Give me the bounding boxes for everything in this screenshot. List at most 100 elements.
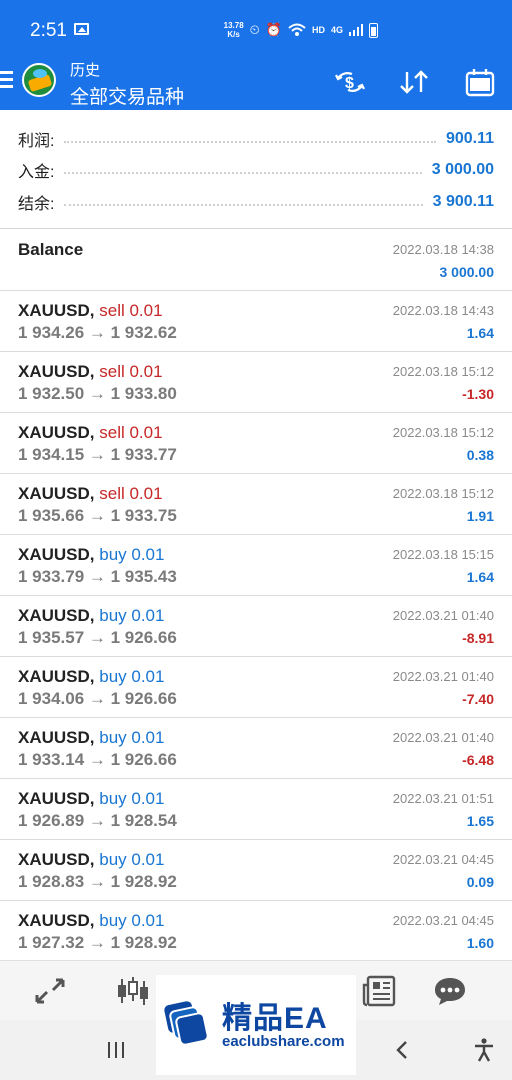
trade-symbol: XAUUSD, sell 0.01 — [18, 301, 163, 321]
dotted-leader — [64, 204, 423, 206]
page-title: 历史 — [70, 62, 101, 79]
calendar-icon — [465, 69, 495, 97]
trade-prices: 1 926.89 → 1 928.54 — [18, 811, 177, 830]
trade-direction: sell 0.01 — [99, 423, 163, 442]
watermark-logo — [164, 1001, 209, 1046]
trade-time: 2022.03.18 14:43 — [392, 303, 494, 318]
history-list[interactable]: Balance 2022.03.18 14:38 3 000.00 XAUUSD… — [0, 230, 512, 962]
back-icon — [396, 1041, 407, 1059]
status-icons: 13.78 K/s ⏲ ⏰ HD 4G — [224, 20, 378, 40]
summary-panel: 利润: 900.11 入金: 3 000.00 结余: 3 900.11 — [0, 110, 512, 229]
calendar-button[interactable] — [462, 66, 498, 98]
balance-entry[interactable]: Balance 2022.03.18 14:38 3 000.00 — [0, 230, 512, 291]
trade-direction: buy 0.01 — [99, 728, 165, 747]
trade-symbol: XAUUSD, buy 0.01 — [18, 606, 164, 626]
trade-direction: sell 0.01 — [99, 301, 163, 320]
trade-symbol: XAUUSD, sell 0.01 — [18, 423, 163, 443]
trade-row[interactable]: XAUUSD, buy 0.01 1 926.89 → 1 928.54 2022.… — [0, 779, 512, 840]
trade-symbol-name: XAUUSD, — [18, 362, 95, 381]
trade-prices: 1 927.32 → 1 928.92 — [18, 933, 177, 952]
sort-arrows-icon — [400, 70, 428, 94]
trade-direction: buy 0.01 — [99, 606, 165, 625]
app-logo — [22, 63, 56, 97]
net-speed-unit: K/s — [227, 30, 240, 39]
wifi-icon — [288, 23, 306, 36]
trade-symbol: XAUUSD, buy 0.01 — [18, 911, 164, 931]
trade-time: 2022.03.18 15:12 — [392, 364, 494, 379]
trade-symbol-name: XAUUSD, — [18, 728, 95, 747]
trade-symbol: XAUUSD, sell 0.01 — [18, 484, 163, 504]
trade-direction: buy 0.01 — [99, 789, 165, 808]
alarm-clock-icon: ⏰ — [265, 22, 282, 37]
accessibility-icon — [475, 1038, 493, 1062]
recent-apps-icon — [108, 1042, 124, 1058]
balance-entry-label: Balance — [18, 240, 84, 259]
trade-direction: buy 0.01 — [99, 911, 165, 930]
trade-symbol-name: XAUUSD, — [18, 545, 95, 564]
chart-tab[interactable] — [115, 973, 151, 1009]
trade-profit: -6.48 — [462, 752, 494, 768]
trade-profit: 1.64 — [466, 325, 494, 341]
trade-prices: 1 935.57 → 1 926.66 — [18, 628, 177, 647]
back-button[interactable] — [384, 1035, 420, 1065]
trade-row[interactable]: XAUUSD, sell 0.01 1 934.26 → 1 932.62 2022… — [0, 291, 512, 352]
trade-direction: buy 0.01 — [99, 850, 165, 869]
trade-direction: sell 0.01 — [99, 362, 163, 381]
trade-time: 2022.03.18 15:12 — [392, 425, 494, 440]
balance-entry-amount: 3 000.00 — [439, 264, 495, 280]
trade-symbol: XAUUSD, buy 0.01 — [18, 789, 164, 809]
trade-row[interactable]: XAUUSD, sell 0.01 1 932.50 → 1 933.80 2022… — [0, 352, 512, 413]
menu-icon[interactable] — [0, 71, 13, 89]
watermark-url: eaclubshare.com — [222, 1033, 345, 1050]
network-type: 4G — [330, 25, 343, 35]
hd-label: HD — [311, 25, 325, 35]
chat-icon — [435, 978, 465, 1005]
deposit-row: 入金: 3 000.00 — [18, 158, 494, 182]
accessibility-button[interactable] — [466, 1035, 502, 1065]
trade-row[interactable]: XAUUSD, sell 0.01 1 934.15 → 1 933.77 2022… — [0, 413, 512, 474]
balance-value: 3 900.11 — [432, 193, 494, 210]
app-header: 历史 全部交易品种 $ — [0, 56, 512, 110]
trade-symbol-name: XAUUSD, — [18, 667, 95, 686]
watermark: 精品EA eaclubshare.com — [156, 975, 356, 1075]
trade-row[interactable]: XAUUSD, buy 0.01 1 933.14 → 1 926.66 2022.… — [0, 718, 512, 779]
quotes-tab[interactable] — [32, 973, 68, 1009]
balance-row: 结余: 3 900.11 — [18, 190, 494, 214]
status-time: 2:51 — [30, 20, 67, 41]
trade-time: 2022.03.21 01:51 — [392, 791, 494, 806]
trade-symbol-name: XAUUSD, — [18, 423, 95, 442]
symbol-filter[interactable]: 全部交易品种 — [70, 82, 184, 109]
trade-prices: 1 928.83 → 1 928.92 — [18, 872, 177, 891]
trade-profit: -7.40 — [462, 691, 494, 707]
trade-profit: -8.91 — [462, 630, 494, 646]
news-tab[interactable] — [361, 973, 397, 1009]
balance-entry-time: 2022.03.18 14:38 — [392, 242, 494, 257]
trade-profit: 1.60 — [466, 935, 494, 951]
deposit-label: 入金: — [18, 164, 55, 181]
svg-text:$: $ — [345, 75, 354, 92]
trade-row[interactable]: XAUUSD, sell 0.01 1 935.66 → 1 933.75 2022… — [0, 474, 512, 535]
trade-prices: 1 935.66 → 1 933.75 — [18, 506, 177, 525]
trade-prices: 1 934.26 → 1 932.62 — [18, 323, 177, 342]
trade-profit: 1.91 — [466, 508, 494, 524]
dotted-leader — [64, 141, 436, 143]
trade-profit: 1.64 — [466, 569, 494, 585]
trade-row[interactable]: XAUUSD, buy 0.01 1 927.32 → 1 928.92 2022.… — [0, 901, 512, 962]
net-speed: 13.78 K/s — [224, 21, 244, 39]
trade-prices: 1 933.79 → 1 935.43 — [18, 567, 177, 586]
trade-direction: buy 0.01 — [99, 545, 165, 564]
trade-row[interactable]: XAUUSD, buy 0.01 1 934.06 → 1 926.66 2022.… — [0, 657, 512, 718]
trade-time: 2022.03.21 04:45 — [392, 913, 494, 928]
sort-button[interactable] — [396, 66, 432, 98]
profit-value: 900.11 — [445, 130, 494, 147]
trade-row[interactable]: XAUUSD, buy 0.01 1 928.83 → 1 928.92 2022.… — [0, 840, 512, 901]
trade-symbol: XAUUSD, buy 0.01 — [18, 545, 164, 565]
trade-direction: buy 0.01 — [99, 667, 165, 686]
sort-money-button[interactable]: $ — [332, 66, 368, 98]
chat-tab[interactable] — [432, 973, 468, 1009]
recent-apps-button[interactable] — [98, 1035, 134, 1065]
trade-time: 2022.03.21 01:40 — [392, 669, 494, 684]
trade-row[interactable]: XAUUSD, buy 0.01 1 933.79 → 1 935.43 2022.… — [0, 535, 512, 596]
trade-row[interactable]: XAUUSD, buy 0.01 1 935.57 → 1 926.66 2022.… — [0, 596, 512, 657]
watermark-title: 精品EA — [222, 1002, 328, 1035]
